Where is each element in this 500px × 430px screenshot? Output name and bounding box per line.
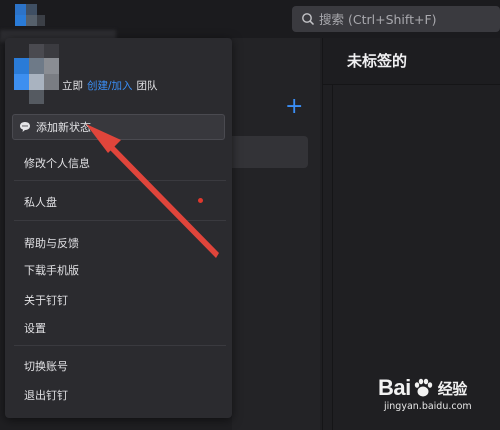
watermark-logo: Bai 经验 bbox=[378, 375, 472, 401]
paw-icon bbox=[414, 378, 432, 397]
annotation-arrow bbox=[86, 124, 219, 258]
watermark-cn: 经验 bbox=[437, 380, 468, 398]
watermark-logo-text: Bai bbox=[378, 375, 411, 400]
watermark-url: jingyan.baidu.com bbox=[384, 401, 472, 412]
baidu-watermark: Bai 经验 jingyan.baidu.com bbox=[378, 375, 472, 412]
